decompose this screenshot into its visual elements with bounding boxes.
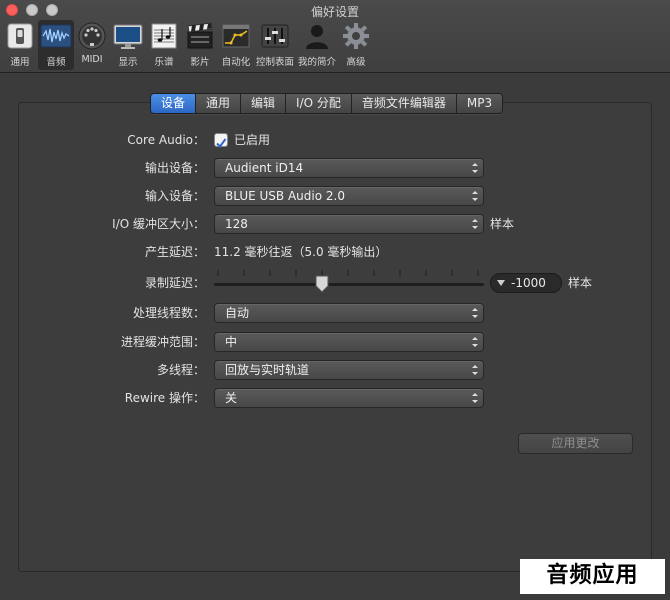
processing-threads-value: 自动: [225, 306, 250, 320]
toolbar-item-my-info[interactable]: 我的简介: [296, 20, 338, 70]
output-device-value: Audient iD14: [225, 161, 304, 175]
popup-arrows-icon: [472, 163, 478, 173]
clapper-icon: [184, 20, 216, 52]
buffer-size-label: I/O 缓冲区大小：: [112, 217, 205, 231]
toolbar-item-display[interactable]: 显示: [110, 20, 146, 70]
slider-ticks: [217, 270, 479, 276]
resulting-latency-label: 产生延迟：: [144, 245, 205, 259]
preferences-window: 偏好设置 通用 音频 MIDI 显示 乐谱 影片 自动化 控制表面 我的简介 高…: [0, 0, 670, 600]
tab-editing[interactable]: 编辑: [240, 94, 286, 113]
tab-io-assignments[interactable]: I/O 分配: [285, 94, 351, 113]
switch-icon: [4, 20, 36, 52]
checkmark-icon: [216, 138, 227, 149]
input-device-value: BLUE USB Audio 2.0: [225, 189, 345, 203]
process-buffer-range-value: 中: [225, 335, 238, 349]
person-icon: [301, 20, 333, 52]
toolbar-label: 控制表面: [256, 57, 295, 68]
audio-tabs: 设备 通用 编辑 I/O 分配 音频文件编辑器 MP3: [150, 93, 504, 114]
multithreading-label: 多线程：: [156, 363, 205, 377]
buffer-size-popup[interactable]: 128: [214, 214, 484, 234]
recording-delay-label: 录制延迟：: [144, 276, 205, 290]
toolbar-item-automation[interactable]: 自动化: [218, 20, 254, 70]
toolbar-item-movie[interactable]: 影片: [182, 20, 218, 70]
popup-arrows-icon: [472, 308, 478, 318]
input-device-popup[interactable]: BLUE USB Audio 2.0: [214, 186, 484, 206]
tab-mp3[interactable]: MP3: [455, 94, 503, 113]
monitor-icon: [112, 20, 144, 52]
rewire-popup[interactable]: 关: [214, 388, 484, 408]
window-title: 偏好设置: [310, 5, 359, 19]
input-device-label: 输入设备：: [144, 189, 205, 203]
score-notes-icon: [148, 20, 180, 52]
toolbar-label: 乐谱: [154, 57, 174, 68]
popup-arrows-icon: [472, 219, 478, 229]
toolbar-label: 通用: [10, 57, 30, 68]
toolbar-label: 高级: [346, 57, 366, 68]
recording-delay-slider[interactable]: [214, 283, 484, 286]
popup-arrows-icon: [472, 365, 478, 375]
slider-knob[interactable]: [315, 275, 329, 293]
process-buffer-range-popup[interactable]: 中: [214, 332, 484, 352]
tab-devices[interactable]: 设备: [151, 94, 196, 113]
processing-threads-popup[interactable]: 自动: [214, 303, 484, 323]
recording-delay-unit: 样本: [568, 276, 593, 290]
processing-threads-label: 处理线程数：: [132, 306, 205, 320]
toolbar-item-advanced[interactable]: 高级: [338, 20, 374, 70]
tab-audio-file-editor[interactable]: 音频文件编辑器: [350, 94, 456, 113]
toolbar-label: 自动化: [221, 57, 251, 68]
automation-curve-icon: [220, 20, 252, 52]
output-device-label: 输出设备：: [144, 161, 205, 175]
waveform-icon: [40, 20, 72, 52]
rewire-label: Rewire 操作：: [124, 391, 205, 405]
preferences-toolbar: 通用 音频 MIDI 显示 乐谱 影片 自动化 控制表面 我的简介 高级: [2, 20, 374, 70]
popup-arrows-icon: [472, 337, 478, 347]
popup-arrows-icon: [472, 393, 478, 403]
core-audio-checkbox[interactable]: [214, 133, 228, 149]
toolbar-label: MIDI: [81, 54, 103, 65]
title-bar: 偏好设置 通用 音频 MIDI 显示 乐谱 影片 自动化 控制表面 我的简介 高…: [0, 0, 670, 73]
core-audio-label: Core Audio：: [127, 133, 205, 147]
toolbar-item-score[interactable]: 乐谱: [146, 20, 182, 70]
core-audio-enabled-label: 已启用: [234, 133, 271, 147]
toolbar-item-control-surfaces[interactable]: 控制表面: [254, 20, 296, 70]
recording-delay-field[interactable]: -1000: [490, 273, 562, 293]
toolbar-item-midi[interactable]: MIDI: [74, 20, 110, 70]
toolbar-label: 影片: [190, 57, 210, 68]
multithreading-value: 回放与实时轨道: [225, 363, 310, 377]
toolbar-label: 音频: [46, 57, 66, 68]
toolbar-label: 显示: [118, 57, 138, 68]
chevron-down-icon[interactable]: [497, 280, 505, 286]
process-buffer-range-label: 进程缓冲范围：: [120, 335, 205, 349]
watermark-text: 音频应用: [520, 559, 665, 594]
output-device-popup[interactable]: Audient iD14: [214, 158, 484, 178]
midi-connector-icon: [76, 20, 108, 52]
gear-icon: [340, 20, 372, 52]
tab-general[interactable]: 通用: [195, 94, 241, 113]
resulting-latency-value: 11.2 毫秒往返（5.0 毫秒输出）: [214, 245, 388, 259]
rewire-value: 关: [225, 391, 238, 405]
popup-arrows-icon: [472, 191, 478, 201]
buffer-size-unit: 样本: [490, 217, 515, 231]
toolbar-item-general[interactable]: 通用: [2, 20, 38, 70]
recording-delay-value: -1000: [511, 276, 546, 290]
toolbar-label: 我的简介: [298, 57, 337, 68]
multithreading-popup[interactable]: 回放与实时轨道: [214, 360, 484, 380]
toolbar-item-audio[interactable]: 音频: [38, 20, 74, 70]
buffer-size-value: 128: [225, 217, 248, 231]
apply-changes-button[interactable]: 应用更改: [518, 433, 633, 454]
faders-icon: [259, 20, 291, 52]
